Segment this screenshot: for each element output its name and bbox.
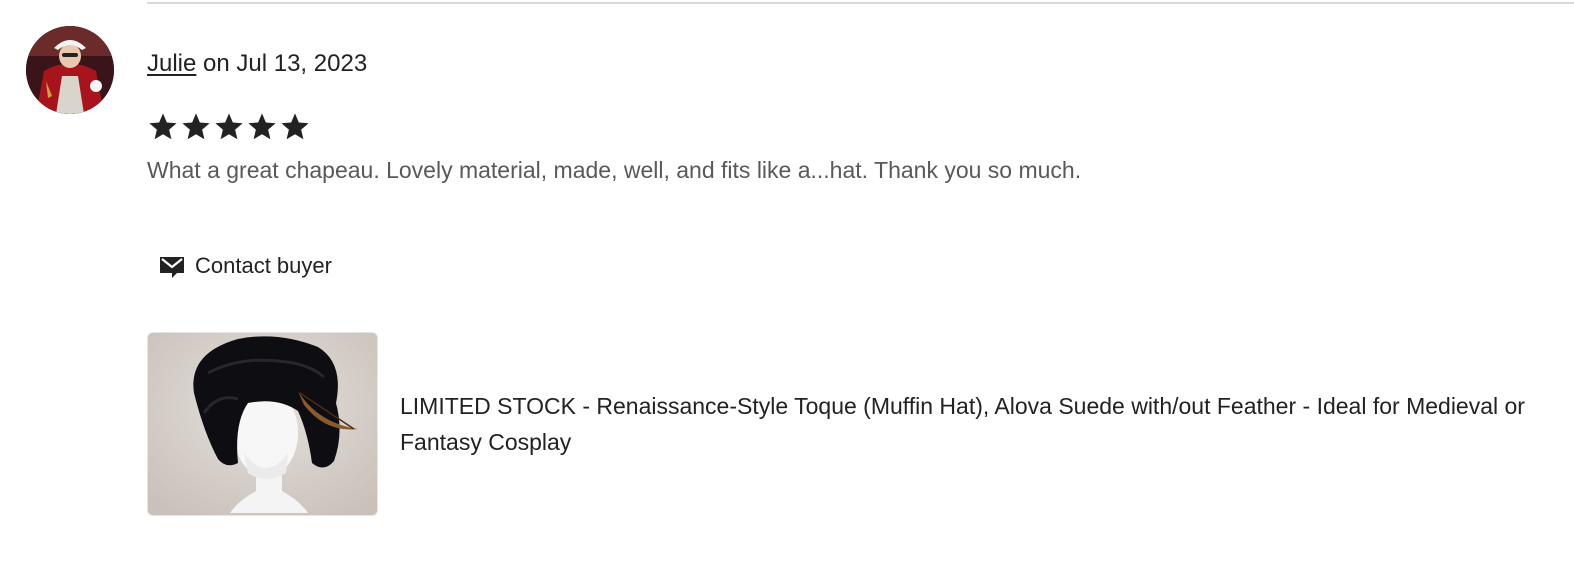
star-icon: [215, 113, 243, 140]
mail-icon: [160, 257, 184, 278]
star-icon: [182, 113, 210, 140]
avatar-image: [26, 26, 114, 114]
star-rating: [147, 110, 311, 144]
star-icon: [149, 113, 177, 140]
review-meta: Julie on Jul 13, 2023: [147, 50, 367, 78]
review-card: Julie on Jul 13, 2023 What a great chape…: [0, 0, 1574, 576]
review-text: What a great chapeau. Lovely material, m…: [147, 157, 1082, 183]
star-icon: [281, 113, 309, 140]
listing-link[interactable]: LIMITED STOCK - Renaissance-Style Toque …: [147, 332, 1540, 516]
contact-buyer-button[interactable]: Contact buyer: [157, 248, 332, 284]
listing-thumbnail[interactable]: [147, 332, 378, 516]
listing-image: [148, 333, 377, 515]
star-icon: [248, 113, 276, 140]
listing-title[interactable]: LIMITED STOCK - Renaissance-Style Toque …: [400, 388, 1540, 460]
divider: [147, 2, 1574, 4]
reviewer-avatar[interactable]: [26, 26, 114, 114]
contact-buyer-label: Contact buyer: [195, 253, 332, 278]
review-date: on Jul 13, 2023: [196, 50, 368, 77]
reviewer-name-link[interactable]: Julie: [147, 50, 196, 77]
